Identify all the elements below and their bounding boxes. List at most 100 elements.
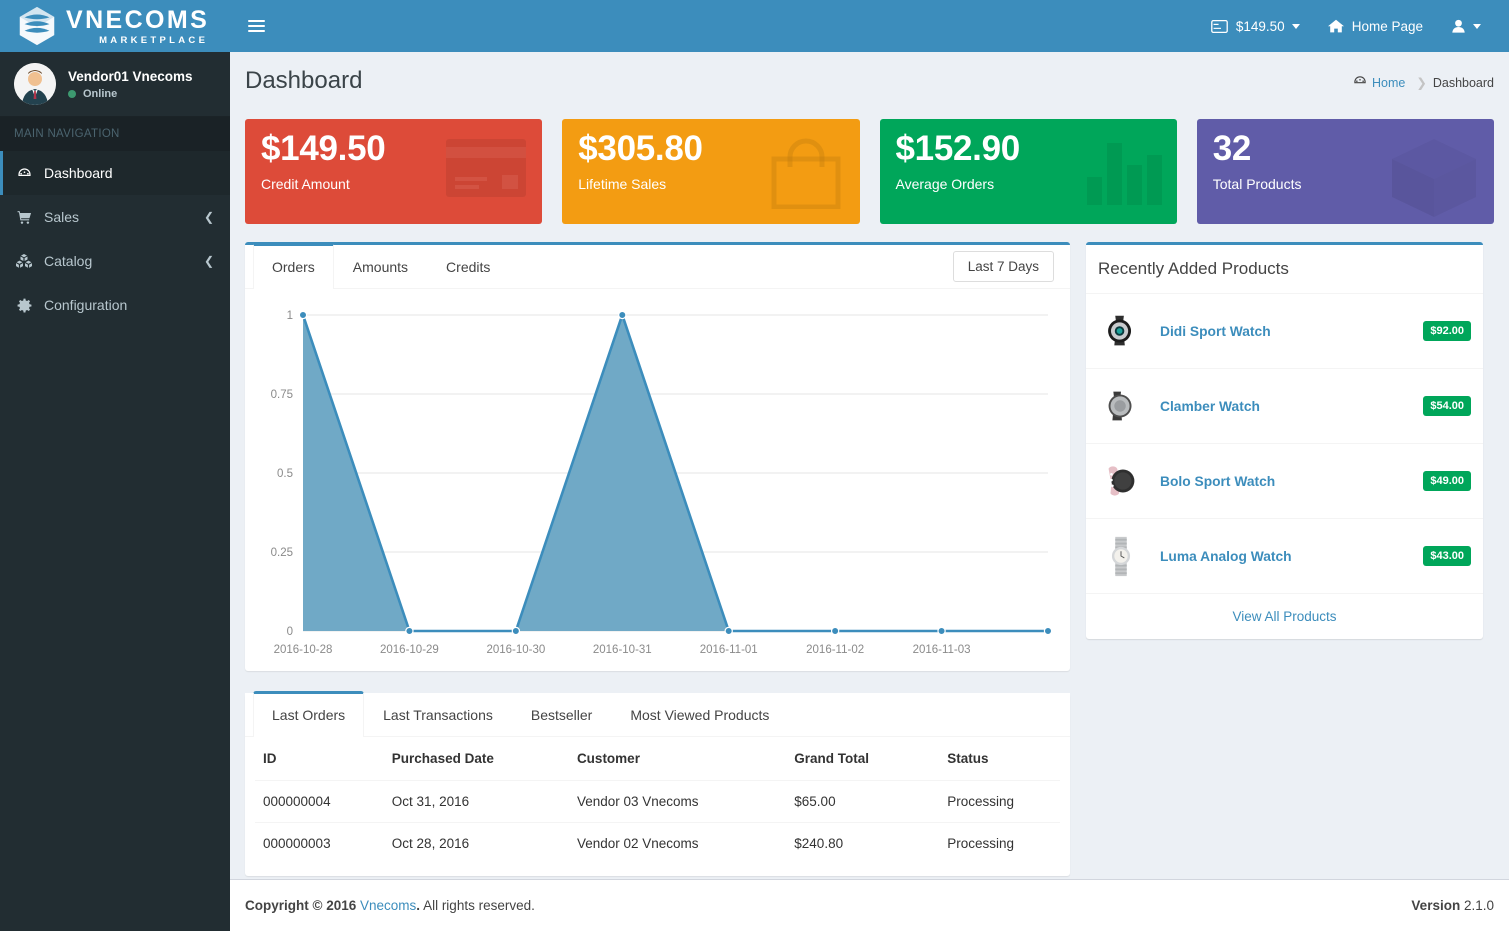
home-page-link[interactable]: Home Page — [1314, 0, 1437, 52]
didi-sport-watch-thumb — [1098, 308, 1144, 354]
credit-balance-button[interactable]: $149.50 — [1197, 0, 1314, 52]
sidebar-item-configuration[interactable]: Configuration — [0, 283, 230, 327]
user-icon — [1452, 19, 1465, 33]
cell-grand-total: $240.80 — [786, 822, 940, 864]
list-item[interactable]: Bolo Sport Watch $49.00 — [1086, 444, 1483, 519]
date-range-button[interactable]: Last 7 Days — [952, 251, 1054, 282]
credit-card-icon — [1211, 19, 1228, 33]
brand-logo[interactable]: VNECOMS MARKETPLACE — [0, 0, 230, 52]
home-icon — [1327, 19, 1344, 33]
bar-chart-icon — [1083, 137, 1163, 210]
stat-box-average-orders: $152.90 Average Orders — [879, 119, 1177, 224]
column-header-customer: Customer — [568, 737, 787, 781]
tab-most-viewed-products[interactable]: Most Viewed Products — [611, 693, 788, 737]
recently-added-products-panel: Recently Added Products Didi Sport Watch… — [1086, 242, 1483, 639]
tab-last-transactions[interactable]: Last Transactions — [364, 693, 512, 737]
list-item[interactable]: Clamber Watch $54.00 — [1086, 369, 1483, 444]
sidebar-item-sales[interactable]: Sales ❮ — [0, 195, 230, 239]
breadcrumb: Home ❯ Dashboard — [1353, 74, 1494, 91]
vnecoms-link[interactable]: Vnecoms — [360, 898, 416, 913]
chevron-left-icon: ❮ — [203, 254, 214, 268]
orders-area-chart: 1 0.75 0.5 0.25 0 2016-10-28 2016-10-29 2016-10… — [245, 289, 1070, 671]
page-title: Dashboard — [245, 67, 363, 94]
bolo-sport-watch-thumb — [1098, 458, 1144, 504]
breadcrumb-current: Dashboard — [1432, 75, 1494, 90]
brand-name: VNECOMS — [66, 6, 210, 35]
orders-table: ID Purchased Date Customer Grand Total S… — [255, 737, 1060, 864]
last-orders-panel: Last Orders Last Transactions Bestseller… — [245, 690, 1070, 876]
sidebar-user-status: Online — [68, 88, 193, 100]
svg-text:2016-11-01: 2016-11-01 — [700, 644, 758, 656]
tab-orders[interactable]: Orders — [253, 242, 334, 289]
svg-text:1: 1 — [287, 310, 293, 322]
list-item[interactable]: Luma Analog Watch $43.00 — [1086, 519, 1483, 594]
cell-purchased-date: Oct 31, 2016 — [383, 780, 569, 823]
cell-customer: Vendor 02 Vnecoms — [568, 822, 787, 864]
cell-id: 000000003 — [255, 822, 384, 864]
sidebar-user-panel[interactable]: Vendor01 Vnecoms Online — [0, 52, 230, 117]
orders-table-body: 000000004 Oct 31, 2016 Vendor 03 Vnecoms… — [255, 780, 1060, 864]
chevron-down-icon — [1291, 23, 1300, 29]
online-status-dot-icon — [68, 89, 76, 98]
sidebar-item-catalog[interactable]: Catalog ❮ — [0, 239, 230, 283]
sidebar-nav-header: MAIN NAVIGATION — [0, 117, 230, 151]
chevron-down-icon — [1473, 23, 1481, 29]
cubes-icon — [14, 253, 34, 269]
breadcrumb-home-link[interactable]: Home — [1372, 76, 1405, 90]
tab-amounts[interactable]: Amounts — [334, 245, 427, 289]
product-name-link[interactable]: Didi Sport Watch — [1160, 324, 1423, 339]
stat-box-total-products: 32 Total Products — [1196, 119, 1494, 224]
sidebar-item-dashboard[interactable]: Dashboard — [0, 151, 230, 195]
status-badge: $49.00 — [1423, 471, 1471, 491]
sidebar-item-label: Configuration — [44, 297, 128, 313]
orders-table-head: ID Purchased Date Customer Grand Total S… — [255, 737, 1060, 781]
recent-products-title: Recently Added Products — [1098, 259, 1289, 278]
cell-status: Processing — [939, 780, 1060, 823]
version-label: Version — [1411, 898, 1461, 913]
home-page-label: Home Page — [1351, 18, 1423, 34]
recent-products-header: Recently Added Products — [1086, 245, 1483, 294]
svg-text:2016-10-29: 2016-10-29 — [380, 644, 439, 656]
cell-id: 000000004 — [255, 780, 384, 823]
svg-text:2016-10-30: 2016-10-30 — [486, 644, 545, 656]
view-all-products-link[interactable]: View All Products — [1232, 609, 1336, 624]
vnecoms-logo-icon — [14, 3, 60, 49]
status-badge: $43.00 — [1423, 546, 1471, 566]
product-name-link[interactable]: Clamber Watch — [1160, 399, 1423, 414]
orders-tabs: Last Orders Last Transactions Bestseller… — [245, 690, 1070, 737]
product-name-link[interactable]: Luma Analog Watch — [1160, 549, 1423, 564]
user-menu-button[interactable] — [1437, 0, 1495, 52]
status-badge: $54.00 — [1423, 396, 1471, 416]
column-header-grand-total: Grand Total — [786, 737, 940, 781]
sidebar-item-label: Catalog — [44, 253, 93, 269]
cube-icon — [1388, 137, 1480, 224]
tab-last-orders[interactable]: Last Orders — [253, 690, 365, 737]
tab-bestseller[interactable]: Bestseller — [512, 693, 611, 737]
copyright-post: All rights reserved. — [423, 898, 535, 913]
shopping-bag-icon — [766, 137, 846, 214]
chart-tabs: Orders Amounts Credits Last 7 Days — [245, 242, 1070, 289]
cell-grand-total: $65.00 — [786, 780, 940, 823]
right-column: Recently Added Products Didi Sport Watch… — [1086, 242, 1483, 639]
cell-customer: Vendor 03 Vnecoms — [568, 780, 787, 823]
cell-status: Processing — [939, 822, 1060, 864]
product-name-link[interactable]: Bolo Sport Watch — [1160, 474, 1423, 489]
svg-text:0.5: 0.5 — [277, 468, 293, 480]
copyright-pre: Copyright © 2016 — [245, 898, 357, 913]
top-header: $149.50 Home Page — [230, 0, 1509, 52]
table-row[interactable]: 000000004 Oct 31, 2016 Vendor 03 Vnecoms… — [255, 780, 1060, 823]
left-column: Orders Amounts Credits Last 7 Days 1 0.75… — [245, 242, 1070, 876]
list-item[interactable]: Didi Sport Watch $92.00 — [1086, 294, 1483, 369]
hamburger-icon[interactable] — [230, 0, 282, 52]
gear-icon — [14, 298, 34, 313]
cart-icon — [14, 210, 34, 225]
svg-text:0: 0 — [287, 626, 293, 638]
svg-text:2016-10-28: 2016-10-28 — [274, 644, 333, 656]
tab-credits[interactable]: Credits — [427, 245, 509, 289]
credit-balance-label: $149.50 — [1235, 18, 1285, 34]
svg-text:0.75: 0.75 — [271, 389, 293, 401]
dashboard-icon — [1353, 74, 1367, 91]
svg-text:2016-11-03: 2016-11-03 — [913, 644, 971, 656]
table-row[interactable]: 000000003 Oct 28, 2016 Vendor 02 Vnecoms… — [255, 822, 1060, 864]
sidebar-item-label: Sales — [44, 209, 80, 225]
